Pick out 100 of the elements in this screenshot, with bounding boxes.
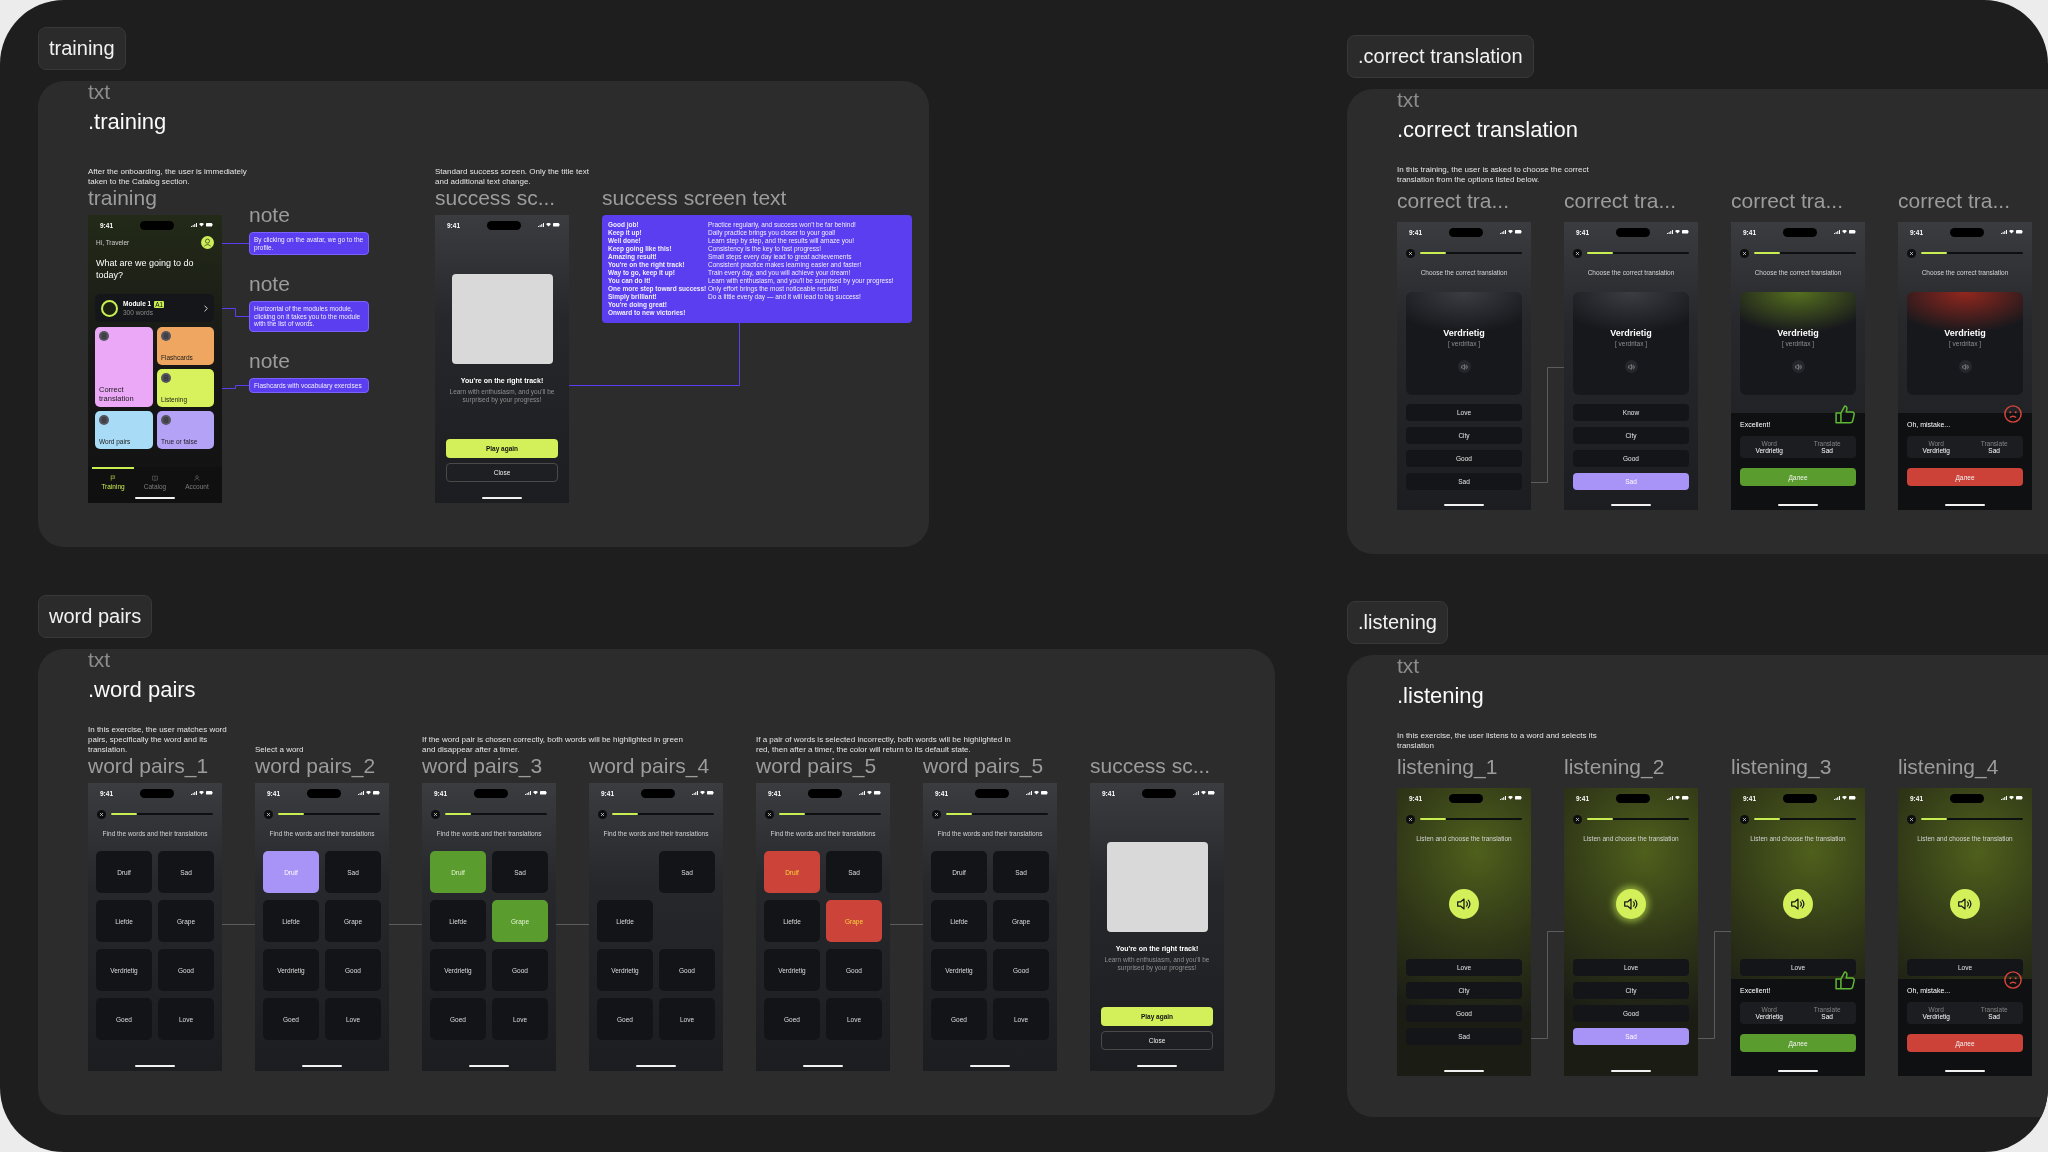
frame-title[interactable]: txt xyxy=(1397,89,1420,111)
home-indicator xyxy=(135,1065,175,1067)
home-indicator xyxy=(1945,1070,1985,1072)
home-indicator xyxy=(1945,504,1985,506)
battery-icon xyxy=(1849,230,1856,234)
description-text: In this training, the user is asked to choose the correct translation from the options listed below. xyxy=(1397,165,1590,185)
frame-title[interactable]: word pairs_5 xyxy=(756,755,877,777)
close-icon[interactable] xyxy=(598,809,607,819)
camera-notch xyxy=(1949,793,1984,803)
wifi-icon xyxy=(366,791,371,795)
frame-title[interactable]: listening_2 xyxy=(1564,756,1665,778)
battery-icon xyxy=(1849,796,1856,800)
sound-button[interactable] xyxy=(1616,889,1646,919)
home-indicator xyxy=(636,1065,676,1067)
frame-title[interactable]: note xyxy=(249,349,290,372)
frame-title[interactable]: success sc... xyxy=(1090,755,1211,777)
camera-notch xyxy=(1141,788,1176,798)
frame-title[interactable]: success screen text xyxy=(602,187,787,209)
wifi-icon xyxy=(1508,230,1513,234)
sad-face-icon xyxy=(2004,971,2022,989)
battery-icon xyxy=(2016,796,2023,800)
wifi-icon xyxy=(867,791,872,795)
frame-title[interactable]: note xyxy=(249,273,290,295)
camera-notch xyxy=(139,220,174,230)
frame-title[interactable]: word pairs_4 xyxy=(589,755,710,777)
word-text: Verdrietig xyxy=(1443,328,1485,339)
frame-title[interactable]: txt xyxy=(88,649,111,671)
frame-title[interactable]: correct tra... xyxy=(1564,190,1677,212)
word-text: Verdrietig xyxy=(1777,328,1819,339)
close-icon[interactable] xyxy=(932,809,941,819)
signal-icon xyxy=(1667,795,1673,801)
frame-title[interactable]: note xyxy=(249,204,290,226)
camera-notch xyxy=(807,788,842,798)
home-indicator xyxy=(1778,504,1818,506)
sound-button[interactable] xyxy=(1950,889,1980,919)
tab-indicator xyxy=(92,467,134,469)
speaker-icon xyxy=(1794,363,1802,370)
signal-icon xyxy=(2001,795,2007,801)
home-indicator xyxy=(1444,1070,1484,1072)
wifi-icon xyxy=(2009,796,2014,800)
frame-title[interactable]: txt xyxy=(1397,655,1420,677)
battery-icon xyxy=(2016,230,2023,234)
section-tag[interactable]: .listening xyxy=(1347,601,1448,644)
battery-icon xyxy=(707,791,714,795)
home-indicator xyxy=(803,1065,843,1067)
frame-title[interactable]: word pairs_1 xyxy=(88,755,209,777)
question-text: What are we going to do today? xyxy=(96,257,195,281)
section-tag[interactable]: training xyxy=(38,27,126,70)
section-tag[interactable]: .correct translation xyxy=(1347,35,1534,78)
battery-icon xyxy=(1515,230,1522,234)
close-icon[interactable] xyxy=(1740,814,1749,824)
close-icon[interactable] xyxy=(1907,248,1916,258)
frame-title[interactable]: listening_4 xyxy=(1898,756,1999,778)
sound-button[interactable] xyxy=(1783,889,1813,919)
battery-icon xyxy=(206,223,213,227)
wifi-icon xyxy=(1842,796,1847,800)
signal-icon xyxy=(191,790,197,796)
close-icon[interactable] xyxy=(1907,814,1916,824)
flag-icon[interactable] xyxy=(110,475,116,481)
home-indicator xyxy=(970,1065,1010,1067)
close-icon[interactable] xyxy=(765,809,774,819)
close-icon[interactable] xyxy=(431,809,440,819)
frame-title[interactable]: correct tra... xyxy=(1397,190,1510,212)
signal-icon xyxy=(538,222,544,228)
frame-title[interactable]: listening_1 xyxy=(1397,756,1498,778)
signal-icon xyxy=(1500,229,1506,235)
frame-title[interactable]: word pairs_2 xyxy=(255,755,376,777)
close-icon[interactable] xyxy=(264,809,273,819)
chevron-right-icon xyxy=(204,304,208,312)
frame-title[interactable]: listening_3 xyxy=(1731,756,1832,778)
section-tag[interactable]: word pairs xyxy=(38,595,153,638)
frame-title[interactable]: word pairs_3 xyxy=(422,755,543,777)
description-text: If a pair of words is selected incorrectly, both words will be highlighted in red, then after a timer, the color will return to its default state. xyxy=(756,735,1012,755)
frame-title[interactable]: training xyxy=(88,187,157,209)
frame-title[interactable]: correct tra... xyxy=(1898,190,2011,212)
speaker-icon xyxy=(1791,898,1805,910)
close-icon[interactable] xyxy=(97,809,106,819)
close-icon[interactable] xyxy=(1406,248,1415,258)
camera-notch xyxy=(640,788,675,798)
frame-title[interactable]: correct tra... xyxy=(1731,190,1844,212)
frame-title[interactable]: txt xyxy=(88,81,111,103)
camera-notch xyxy=(1448,793,1483,803)
battery-icon xyxy=(1041,791,1048,795)
close-icon[interactable] xyxy=(1573,814,1582,824)
wifi-icon xyxy=(700,791,705,795)
avatar-icon[interactable] xyxy=(201,236,214,249)
signal-icon xyxy=(1834,795,1840,801)
description-text: Standard success screen. Only the title text and additional text change. xyxy=(435,167,590,187)
close-icon[interactable] xyxy=(1573,248,1582,258)
home-indicator xyxy=(1444,504,1484,506)
close-icon[interactable] xyxy=(1406,814,1415,824)
signal-icon xyxy=(1026,790,1032,796)
section-heading: .word pairs xyxy=(88,677,196,703)
frame-title[interactable]: success sc... xyxy=(435,187,556,209)
close-icon[interactable] xyxy=(1740,248,1749,258)
camera-notch xyxy=(1615,793,1650,803)
signal-icon xyxy=(859,790,865,796)
sound-button[interactable] xyxy=(1449,889,1479,919)
frame-title[interactable]: word pairs_5 xyxy=(923,755,1044,777)
signal-icon xyxy=(1667,229,1673,235)
